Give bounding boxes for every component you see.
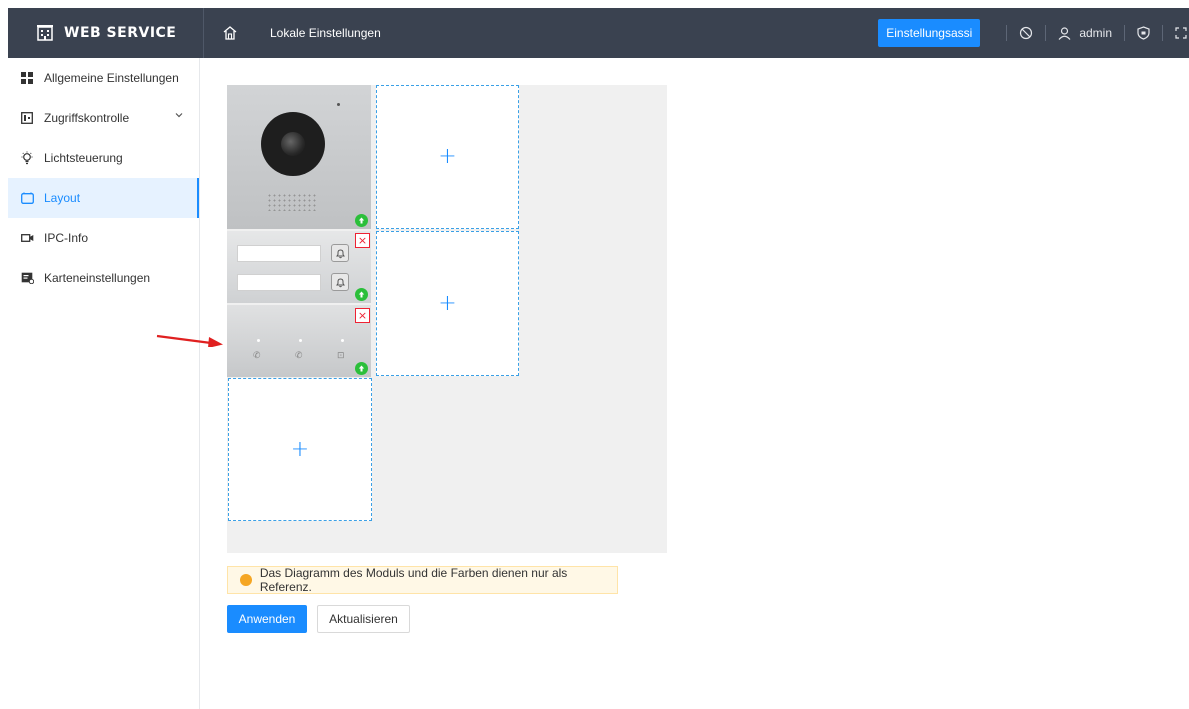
brand: WEB SERVICE xyxy=(8,8,204,58)
add-module-icon[interactable]: + xyxy=(291,438,309,461)
warning-icon xyxy=(240,574,252,586)
sidebar-item-label: IPC-Info xyxy=(44,231,89,245)
camera-lens xyxy=(261,112,325,176)
sidebar-item-label: Lichtsteuerung xyxy=(44,151,123,165)
sidebar-item-ipc-info[interactable]: IPC-Info xyxy=(8,218,199,258)
sensor-dot xyxy=(337,103,340,106)
shield-icon[interactable] xyxy=(1137,26,1150,40)
main-content: × ✆ ✆ ⊡ × + + + Das Diagramm des Moduls … xyxy=(156,58,1189,709)
empty-slot[interactable]: + xyxy=(376,85,519,229)
sidebar: Allgemeine Einstellungen Zugriffskontrol… xyxy=(8,58,200,709)
speaker-grille xyxy=(267,193,317,211)
divider xyxy=(1006,25,1008,41)
camera-icon xyxy=(20,231,34,245)
sidebar-item-light-control[interactable]: Lichtsteuerung xyxy=(8,138,199,178)
home-icon xyxy=(223,26,237,40)
keypad-module[interactable]: ✆ ✆ ⊡ × xyxy=(227,305,371,377)
bell-icon[interactable] xyxy=(331,244,349,262)
sidebar-item-label: Karteneinstellungen xyxy=(44,271,151,285)
phone-icon: ✆ xyxy=(295,351,303,361)
notice-text: Das Diagramm des Moduls und die Farben d… xyxy=(259,566,568,594)
bulb-icon xyxy=(20,151,34,165)
name-label-field[interactable] xyxy=(237,274,321,291)
page-title: Lokale Einstellungen xyxy=(270,26,381,40)
home-button[interactable] xyxy=(210,26,250,40)
button-module[interactable]: × xyxy=(227,231,371,303)
remove-module-icon[interactable]: × xyxy=(355,308,370,323)
top-bar: WEB SERVICE Lokale Einstellungen Einstel… xyxy=(8,8,1189,58)
sidebar-item-label: Zugriffskontrolle xyxy=(44,111,130,125)
divider xyxy=(1162,25,1163,41)
building-logo-icon xyxy=(37,25,53,41)
brand-name: WEB SERVICE xyxy=(64,25,177,41)
indicator-led xyxy=(257,339,260,342)
arrow-up-icon[interactable] xyxy=(355,214,368,227)
sidebar-item-layout[interactable]: Layout xyxy=(8,178,199,218)
arrow-up-icon[interactable] xyxy=(355,362,368,375)
call-icon: ✆ xyxy=(253,351,261,361)
sidebar-item-access-control[interactable]: Zugriffskontrolle xyxy=(8,98,199,138)
chevron-down-icon xyxy=(175,113,183,118)
annotation-arrow xyxy=(156,334,223,347)
apply-button[interactable]: Anwenden xyxy=(227,605,307,633)
globe-icon[interactable] xyxy=(1019,26,1033,40)
user-icon xyxy=(1058,26,1071,40)
sidebar-item-label: Layout xyxy=(44,191,81,205)
empty-slot[interactable]: + xyxy=(376,231,519,376)
grid-icon xyxy=(20,71,34,85)
layout-canvas: × ✆ ✆ ⊡ × + + + xyxy=(227,85,667,553)
layout-icon xyxy=(20,191,34,205)
reference-notice: Das Diagramm des Moduls und die Farben d… xyxy=(227,566,618,594)
unlock-icon: ⊡ xyxy=(337,351,345,361)
sidebar-item-card-settings[interactable]: Karteneinstellungen xyxy=(8,258,199,298)
divider xyxy=(1124,25,1125,41)
add-module-icon[interactable]: + xyxy=(438,292,456,315)
top-right-toolbar: Einstellungsassi admin xyxy=(878,8,1189,58)
sidebar-item-label: Allgemeine Einstellungen xyxy=(44,71,179,85)
bell-icon[interactable] xyxy=(331,273,349,291)
camera-module[interactable] xyxy=(227,85,371,229)
user-menu[interactable]: admin xyxy=(1058,26,1112,40)
action-buttons: Anwenden Aktualisieren xyxy=(227,605,410,633)
divider xyxy=(1045,25,1047,41)
indicator-led xyxy=(341,339,344,342)
arrow-up-icon[interactable] xyxy=(355,288,368,301)
setup-wizard-button[interactable]: Einstellungsassi xyxy=(878,19,981,47)
remove-module-icon[interactable]: × xyxy=(355,233,370,248)
name-label-field[interactable] xyxy=(237,245,321,262)
door-icon xyxy=(20,111,34,125)
refresh-button[interactable]: Aktualisieren xyxy=(317,605,410,633)
add-module-icon[interactable]: + xyxy=(438,146,456,168)
sidebar-item-general[interactable]: Allgemeine Einstellungen xyxy=(8,58,199,98)
fullscreen-icon[interactable] xyxy=(1175,27,1187,39)
card-icon xyxy=(20,271,34,285)
username: admin xyxy=(1079,26,1112,40)
empty-slot[interactable]: + xyxy=(228,378,372,521)
indicator-led xyxy=(299,339,302,342)
